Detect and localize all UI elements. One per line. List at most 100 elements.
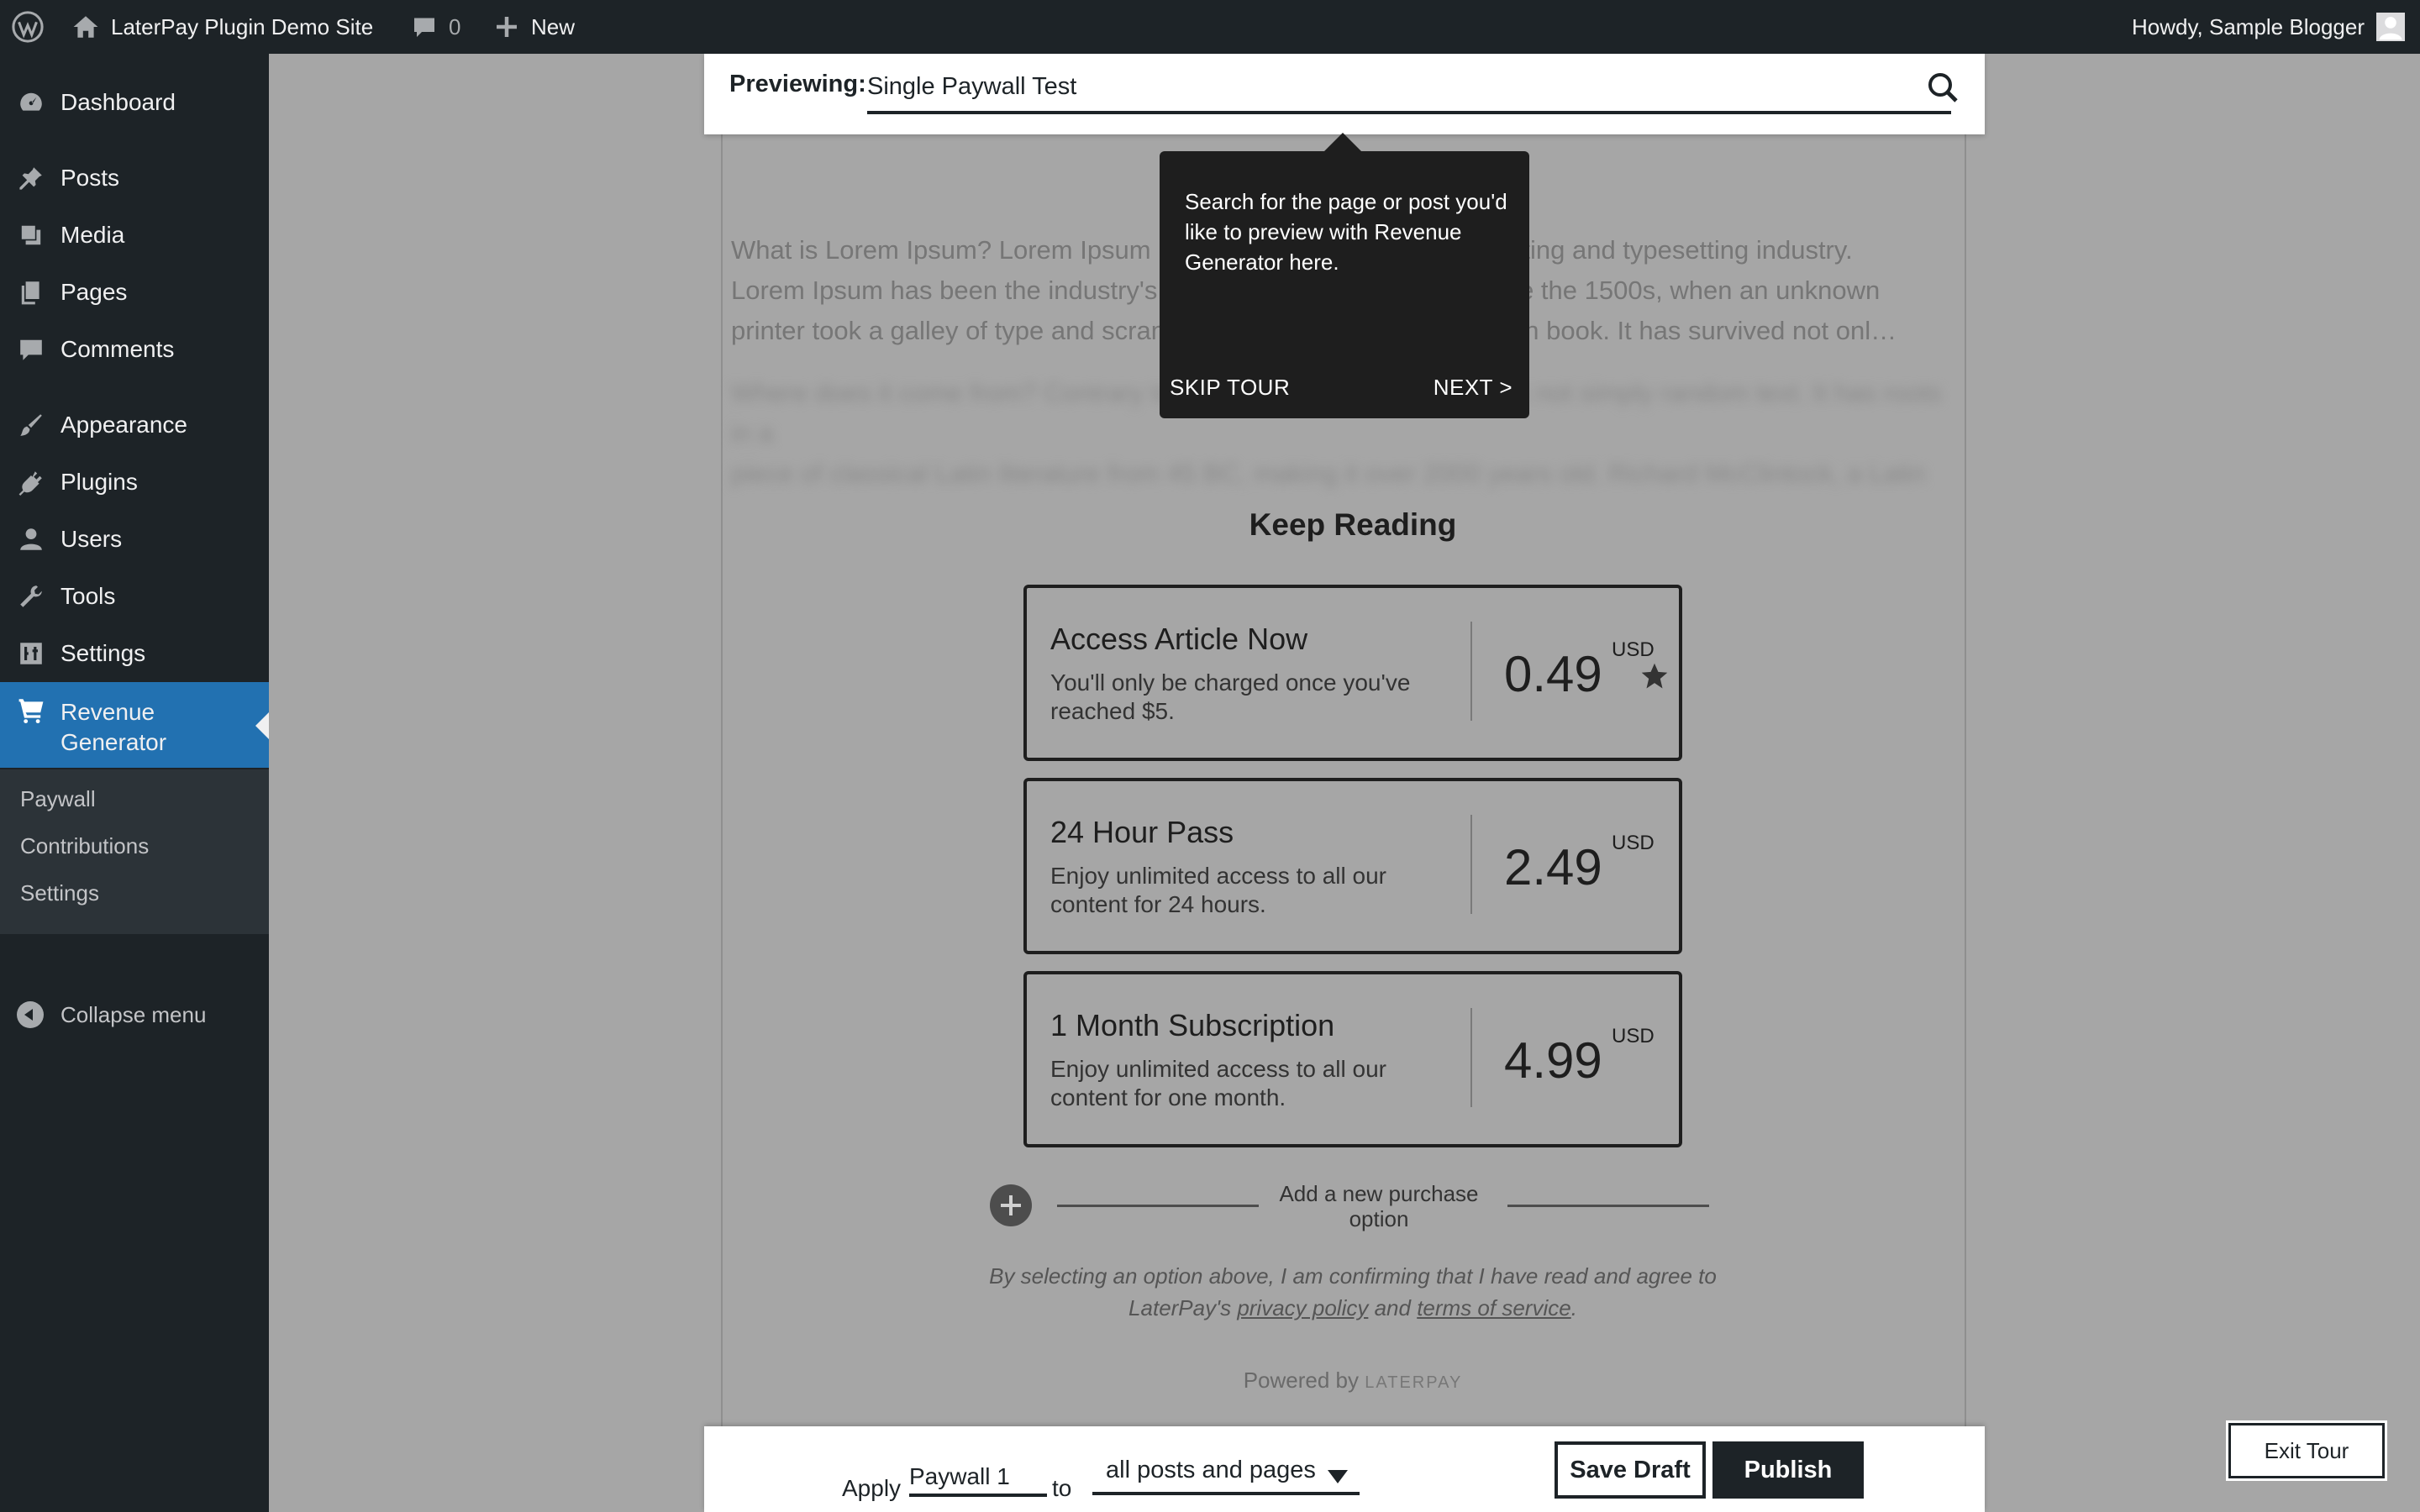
sidebar-item-tools[interactable]: Tools bbox=[0, 568, 269, 625]
comments-count: 0 bbox=[449, 13, 461, 39]
my-account-link[interactable]: Howdy, Sample Blogger bbox=[2132, 0, 2405, 54]
tour-tooltip: Search for the page or post you'd like t… bbox=[1160, 133, 1529, 418]
site-name: LaterPay Plugin Demo Site bbox=[111, 13, 374, 39]
option-description: Enjoy unlimited access to all our conten… bbox=[1050, 1056, 1386, 1110]
paywall-name-input[interactable] bbox=[909, 1460, 1047, 1497]
disclaimer-end: . bbox=[1570, 1295, 1577, 1320]
add-option-label[interactable]: Add a new purchase option bbox=[1257, 1181, 1501, 1231]
option-title: 1 Month Subscription bbox=[1050, 1008, 1335, 1042]
sidebar-item-users[interactable]: Users bbox=[0, 511, 269, 568]
home-icon bbox=[73, 16, 98, 38]
sidebar-item-plugins[interactable]: Plugins bbox=[0, 454, 269, 511]
to-label: to bbox=[1052, 1475, 1072, 1501]
submenu-item-settings[interactable]: Settings bbox=[20, 880, 99, 906]
option-currency: USD bbox=[1612, 832, 1655, 854]
apply-label: Apply bbox=[842, 1475, 902, 1501]
sidebar-item-label: Appearance bbox=[60, 412, 188, 438]
option-title: Access Article Now bbox=[1050, 622, 1308, 656]
sidebar-item-label: Revenue Generator bbox=[60, 699, 167, 755]
sidebar-item-label: Plugins bbox=[60, 469, 138, 495]
exit-tour-button[interactable]: Exit Tour bbox=[2228, 1423, 2385, 1478]
wordpress-logo-icon[interactable] bbox=[12, 0, 44, 54]
new-content-link[interactable]: New bbox=[494, 0, 575, 54]
add-option-plus-icon[interactable] bbox=[990, 1184, 1032, 1226]
option-currency: USD bbox=[1612, 638, 1655, 661]
sidebar-item-media[interactable]: Media bbox=[0, 207, 269, 264]
caret-down-icon bbox=[1328, 1470, 1348, 1483]
next-button[interactable]: NEXT > bbox=[1434, 375, 1512, 401]
sidebar-item-label: Comments bbox=[60, 336, 175, 362]
plug-icon bbox=[17, 468, 45, 496]
search-icon[interactable] bbox=[1926, 71, 1960, 104]
option-price: 4.99 bbox=[1504, 1032, 1602, 1089]
sidebar-item-label: Dashboard bbox=[60, 89, 176, 115]
sidebar-item-pages[interactable]: Pages bbox=[0, 264, 269, 321]
user-icon bbox=[17, 525, 45, 554]
publish-button[interactable]: Publish bbox=[1712, 1441, 1864, 1499]
wrench-icon bbox=[17, 582, 45, 611]
star-icon bbox=[1640, 662, 1669, 690]
terms-of-service-link[interactable]: terms of service bbox=[1417, 1295, 1571, 1320]
divider-line bbox=[1057, 1205, 1259, 1207]
sidebar-item-settings[interactable]: Settings bbox=[0, 625, 269, 682]
sidebar-item-label: Settings bbox=[60, 640, 146, 666]
purchase-option[interactable]: 24 Hour Pass Enjoy unlimited access to a… bbox=[1023, 778, 1682, 954]
sidebar-item-posts[interactable]: Posts bbox=[0, 150, 269, 207]
sidebar-item-label: Pages bbox=[60, 279, 128, 305]
site-name-link[interactable]: LaterPay Plugin Demo Site bbox=[72, 0, 373, 54]
paywall-heading: Keep Reading bbox=[1249, 507, 1457, 542]
previewing-label: Previewing: bbox=[729, 71, 866, 97]
pages-icon bbox=[17, 278, 45, 307]
option-price: 0.49 bbox=[1504, 646, 1602, 702]
brush-icon bbox=[17, 411, 45, 439]
powered-by-label: Powered by bbox=[1243, 1368, 1360, 1393]
preview-search-input[interactable] bbox=[867, 71, 1951, 114]
comment-icon bbox=[414, 18, 434, 37]
collapse-icon bbox=[17, 1001, 44, 1028]
comments-link[interactable]: 0 bbox=[412, 0, 460, 54]
apply-scope-value: all posts and pages bbox=[1106, 1457, 1316, 1483]
admin-sidebar: Dashboard Posts Media Pages Comments App… bbox=[0, 54, 269, 1512]
privacy-policy-link[interactable]: privacy policy bbox=[1237, 1295, 1368, 1320]
submenu-item-paywall[interactable]: Paywall bbox=[20, 786, 96, 812]
laterpay-logo: LATERPAY bbox=[1365, 1373, 1463, 1392]
terms-disclaimer: By selecting an option above, I am confi… bbox=[975, 1260, 1731, 1324]
tooltip-text: Search for the page or post you'd like t… bbox=[1185, 189, 1507, 275]
disclaimer-and: and bbox=[1368, 1295, 1418, 1320]
collapse-menu-button[interactable]: Collapse menu bbox=[0, 995, 269, 1035]
sidebar-item-comments[interactable]: Comments bbox=[0, 321, 269, 378]
apply-scope-select[interactable]: all posts and pages bbox=[1092, 1452, 1360, 1495]
revenue-generator-submenu: Paywall Contributions Settings bbox=[0, 769, 269, 934]
option-description: You'll only be charged once you've reach… bbox=[1050, 669, 1411, 724]
sidebar-item-label: Media bbox=[60, 222, 125, 248]
sidebar-item-revenue-generator[interactable]: Revenue Generator bbox=[0, 682, 269, 768]
skip-tour-button[interactable]: SKIP TOUR bbox=[1170, 375, 1290, 401]
sidebar-item-appearance[interactable]: Appearance bbox=[0, 396, 269, 454]
current-menu-arrow bbox=[255, 712, 269, 739]
save-draft-button[interactable]: Save Draft bbox=[1555, 1441, 1706, 1499]
sliders-icon bbox=[17, 639, 45, 668]
option-divider bbox=[1470, 622, 1472, 721]
dashboard-icon bbox=[17, 88, 45, 117]
submenu-item-contributions[interactable]: Contributions bbox=[20, 833, 149, 859]
powered-by: Powered by LATERPAY bbox=[1143, 1368, 1563, 1394]
preview-search-bar: Previewing: bbox=[704, 54, 1985, 134]
collapse-label: Collapse menu bbox=[60, 1001, 207, 1027]
plus-icon bbox=[497, 17, 517, 37]
admin-bar: LaterPay Plugin Demo Site 0 New Howdy, S… bbox=[0, 0, 2420, 54]
option-description: Enjoy unlimited access to all our conten… bbox=[1050, 863, 1386, 917]
paywall-action-bar: Apply to all posts and pages Save Draft … bbox=[704, 1426, 1985, 1512]
pushpin-icon bbox=[17, 164, 45, 192]
media-icon bbox=[17, 221, 45, 249]
option-price: 2.49 bbox=[1504, 839, 1602, 895]
add-purchase-option: Add a new purchase option bbox=[988, 1176, 1711, 1235]
sidebar-item-dashboard[interactable]: Dashboard bbox=[0, 74, 269, 131]
option-divider bbox=[1470, 1008, 1472, 1107]
purchase-option[interactable]: Access Article Now You'll only be charge… bbox=[1023, 585, 1682, 761]
avatar bbox=[2376, 13, 2405, 41]
new-label: New bbox=[531, 13, 576, 39]
comment-icon bbox=[17, 335, 45, 364]
option-currency: USD bbox=[1612, 1025, 1655, 1047]
divider-line bbox=[1507, 1205, 1709, 1207]
purchase-option[interactable]: 1 Month Subscription Enjoy unlimited acc… bbox=[1023, 971, 1682, 1147]
